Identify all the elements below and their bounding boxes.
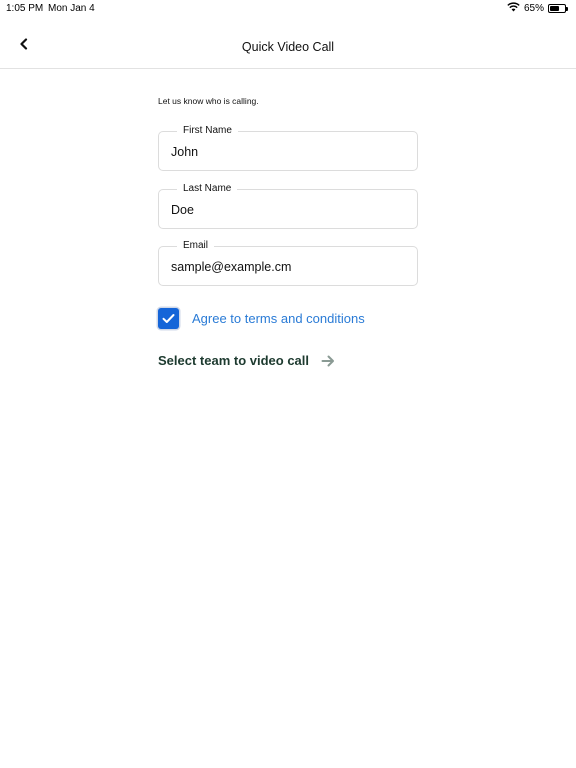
battery-percent: 65% <box>523 3 544 14</box>
last-name-field: Last Name <box>158 183 418 229</box>
status-bar: 1:05 PM Mon Jan 4 65% <box>0 0 576 18</box>
battery-fill <box>550 6 560 11</box>
battery-icon <box>548 4 568 13</box>
wifi-icon <box>507 2 520 15</box>
nav-bar: Quick Video Call <box>0 18 576 69</box>
first-name-input[interactable] <box>171 144 401 160</box>
first-name-field: First Name <box>158 125 418 171</box>
email-label: Email <box>177 240 215 252</box>
last-name-input[interactable] <box>171 202 401 218</box>
select-team-label: Select team to video call <box>158 353 310 368</box>
status-right: 65% <box>507 2 568 15</box>
email-field: Email <box>158 240 418 286</box>
select-team-button[interactable]: Select team to video call <box>158 353 335 368</box>
intro-text: Let us know who is calling. <box>158 96 259 106</box>
arrow-right-icon <box>321 355 335 367</box>
status-time: 1:05 PM <box>6 3 44 14</box>
first-name-label: First Name <box>177 125 238 137</box>
page-title: Quick Video Call <box>241 40 335 54</box>
status-date: Mon Jan 4 <box>48 3 95 14</box>
checkmark-icon <box>162 314 175 323</box>
terms-link[interactable]: Agree to terms and conditions <box>192 311 365 326</box>
last-name-label: Last Name <box>177 183 238 195</box>
screen: 1:05 PM Mon Jan 4 65% Quick Video Call L… <box>0 0 576 768</box>
terms-row: Agree to terms and conditions <box>158 308 365 329</box>
terms-checkbox[interactable] <box>158 308 179 329</box>
email-input[interactable] <box>171 259 401 275</box>
